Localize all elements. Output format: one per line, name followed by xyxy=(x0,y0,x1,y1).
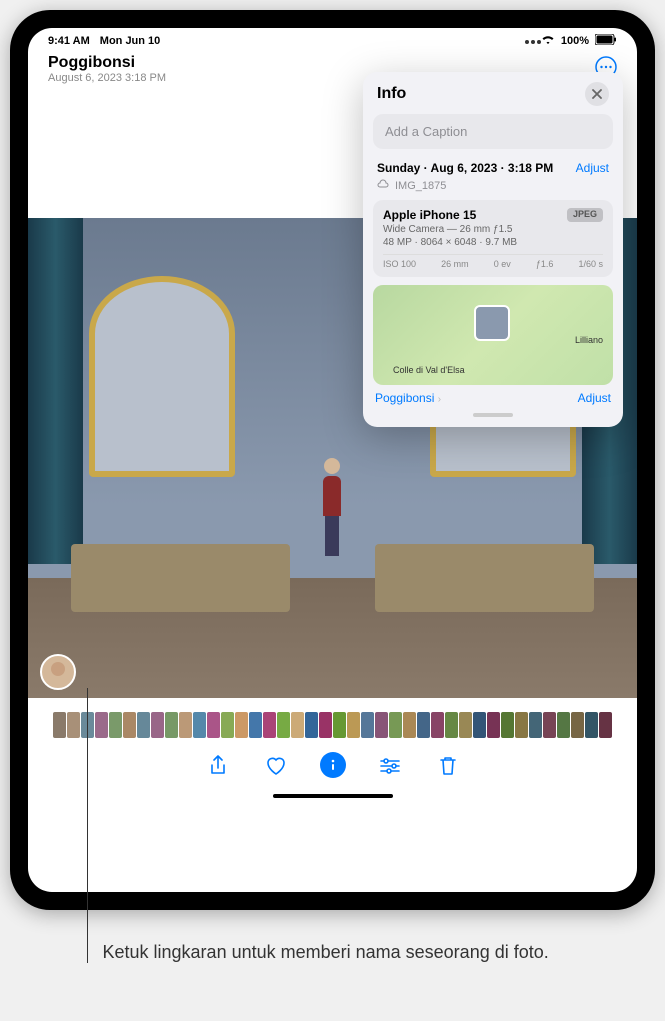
thumbnail[interactable] xyxy=(529,712,542,738)
exif-shutter: 1/60 s xyxy=(578,259,603,269)
date-subtitle: August 6, 2023 3:18 PM xyxy=(48,72,166,84)
delete-button[interactable] xyxy=(434,752,462,780)
thumbnail[interactable] xyxy=(515,712,528,738)
thumbnail[interactable] xyxy=(165,712,178,738)
exif-iso: ISO 100 xyxy=(383,259,416,269)
status-bar: 9:41 AM Mon Jun 10 100% xyxy=(28,28,637,50)
battery-percent: 100% xyxy=(561,35,589,47)
thumbnail[interactable] xyxy=(571,712,584,738)
screen: 9:41 AM Mon Jun 10 100% Poggibonsi Augus… xyxy=(28,28,637,892)
thumbnail[interactable] xyxy=(543,712,556,738)
battery-icon xyxy=(595,34,617,48)
instruction-caption: Ketuk lingkaran untuk memberi nama seseo… xyxy=(53,940,613,965)
thumbnail[interactable] xyxy=(333,712,346,738)
lens-info: Wide Camera — 26 mm ƒ1.5 xyxy=(383,224,603,235)
panel-drag-handle[interactable] xyxy=(473,413,513,417)
location-map[interactable]: Colle di Val d'Elsa Lilliano xyxy=(373,285,613,385)
thumbnail[interactable] xyxy=(487,712,500,738)
thumbnail[interactable] xyxy=(67,712,80,738)
status-time: 9:41 AM xyxy=(48,35,90,47)
exif-focal: 26 mm xyxy=(441,259,469,269)
caption-input[interactable]: Add a Caption xyxy=(373,114,613,149)
close-button[interactable] xyxy=(585,82,609,106)
info-panel: Info Add a Caption Sunday · Aug 6, 2023 … xyxy=(363,72,623,427)
exif-aperture: ƒ1.6 xyxy=(536,259,554,269)
callout-line xyxy=(87,688,88,963)
home-indicator[interactable] xyxy=(273,794,393,798)
thumbnail[interactable] xyxy=(109,712,122,738)
thumbnail[interactable] xyxy=(445,712,458,738)
edit-button[interactable] xyxy=(376,752,404,780)
thumbnail[interactable] xyxy=(207,712,220,738)
thumbnail[interactable] xyxy=(291,712,304,738)
thumbnail[interactable] xyxy=(151,712,164,738)
thumbnail[interactable] xyxy=(403,712,416,738)
thumbnail[interactable] xyxy=(249,712,262,738)
thumbnail[interactable] xyxy=(319,712,332,738)
map-place-label: Lilliano xyxy=(575,335,603,345)
more-icon[interactable] xyxy=(531,35,535,47)
filename: IMG_1875 xyxy=(395,180,446,192)
thumbnail-strip[interactable] xyxy=(28,708,637,742)
map-place-label: Colle di Val d'Elsa xyxy=(393,365,465,375)
thumbnail[interactable] xyxy=(221,712,234,738)
face-tag-circle[interactable] xyxy=(40,654,76,690)
chevron-right-icon: › xyxy=(438,394,441,405)
adjust-location-button[interactable]: Adjust xyxy=(578,391,611,405)
thumbnail[interactable] xyxy=(137,712,150,738)
adjust-date-button[interactable]: Adjust xyxy=(576,161,609,175)
location-link[interactable]: Poggibonsi xyxy=(375,391,434,405)
thumbnail[interactable] xyxy=(305,712,318,738)
wifi-icon xyxy=(541,35,555,48)
info-button[interactable] xyxy=(320,752,346,778)
thumbnail[interactable] xyxy=(347,712,360,738)
thumbnail[interactable] xyxy=(431,712,444,738)
thumbnail[interactable] xyxy=(375,712,388,738)
photo-date: Sunday · Aug 6, 2023 · 3:18 PM xyxy=(377,161,553,175)
thumbnail[interactable] xyxy=(361,712,374,738)
thumbnail[interactable] xyxy=(263,712,276,738)
bottom-toolbar xyxy=(28,742,637,790)
location-title: Poggibonsi xyxy=(48,54,166,72)
thumbnail[interactable] xyxy=(417,712,430,738)
thumbnail[interactable] xyxy=(53,712,66,738)
thumbnail[interactable] xyxy=(193,712,206,738)
device-info-card: Apple iPhone 15 JPEG Wide Camera — 26 mm… xyxy=(373,200,613,277)
info-panel-title: Info xyxy=(377,85,406,103)
thumbnail[interactable] xyxy=(123,712,136,738)
share-button[interactable] xyxy=(204,752,232,780)
thumbnail[interactable] xyxy=(277,712,290,738)
thumbnail[interactable] xyxy=(95,712,108,738)
favorite-button[interactable] xyxy=(262,752,290,780)
thumbnail[interactable] xyxy=(557,712,570,738)
format-badge: JPEG xyxy=(567,208,603,222)
image-specs: 48 MP · 8064 × 6048 · 9.7 MB xyxy=(383,237,603,248)
cloud-icon xyxy=(377,179,389,192)
thumbnail[interactable] xyxy=(585,712,598,738)
thumbnail[interactable] xyxy=(459,712,472,738)
exif-ev: 0 ev xyxy=(494,259,511,269)
status-date: Mon Jun 10 xyxy=(100,35,161,47)
thumbnail[interactable] xyxy=(389,712,402,738)
map-photo-pin xyxy=(474,305,510,341)
thumbnail[interactable] xyxy=(501,712,514,738)
thumbnail[interactable] xyxy=(473,712,486,738)
ipad-device-frame: 9:41 AM Mon Jun 10 100% Poggibonsi Augus… xyxy=(10,10,655,910)
device-name: Apple iPhone 15 xyxy=(383,208,476,222)
thumbnail[interactable] xyxy=(179,712,192,738)
thumbnail[interactable] xyxy=(599,712,612,738)
thumbnail[interactable] xyxy=(235,712,248,738)
